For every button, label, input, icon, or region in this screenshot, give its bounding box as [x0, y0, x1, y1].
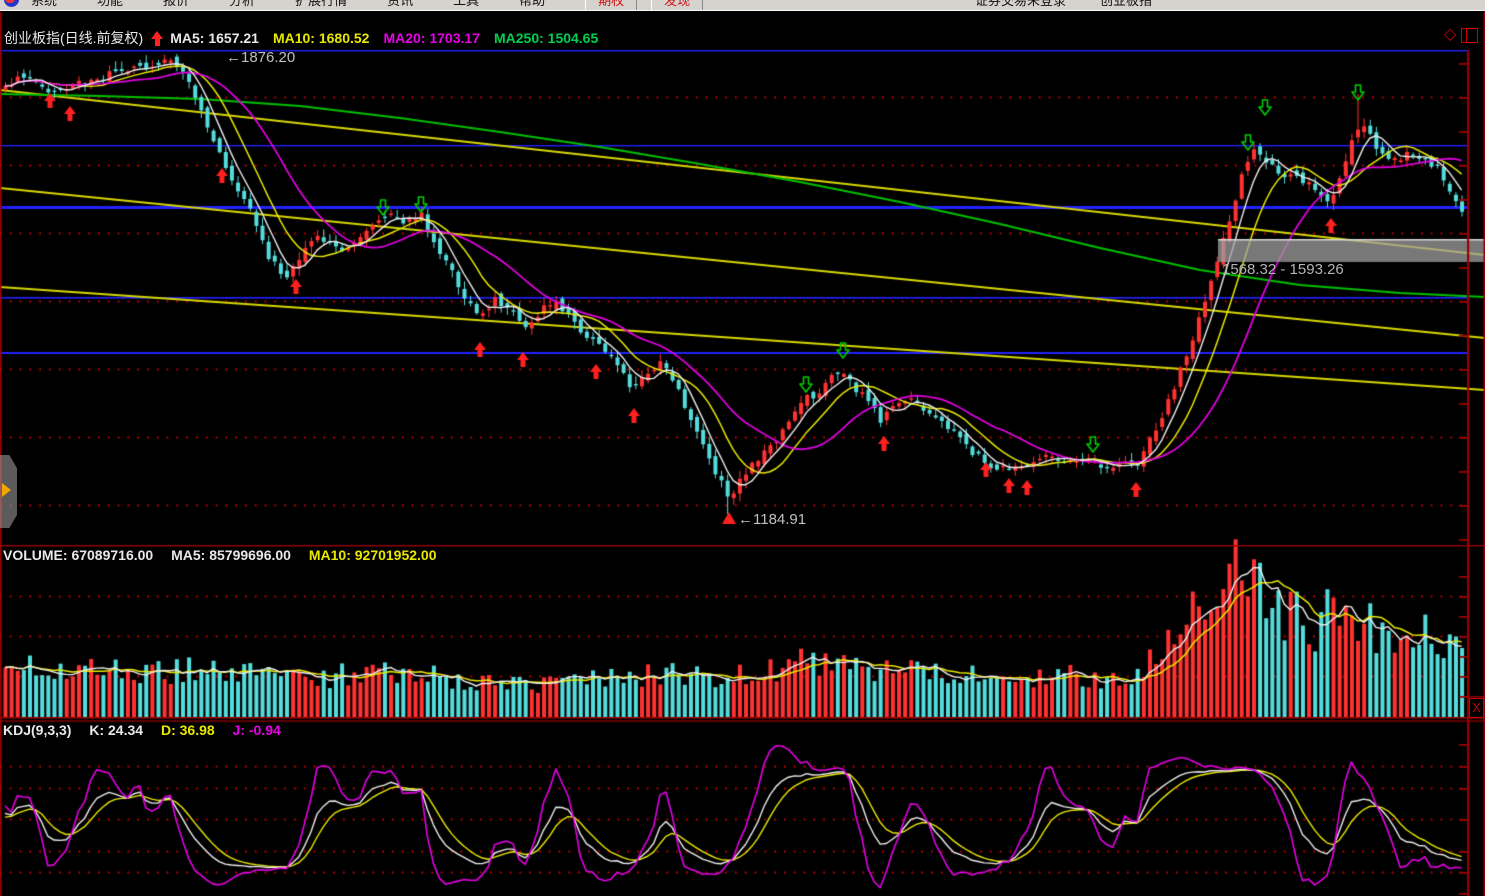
- menu-help[interactable]: 帮助: [519, 0, 545, 9]
- candlestick-chart-canvas[interactable]: [0, 0, 1485, 896]
- menu-news[interactable]: 资讯: [387, 0, 413, 9]
- sidebar-expand-tab[interactable]: [0, 455, 17, 528]
- kdj-j-value: J: -0.94: [233, 722, 281, 738]
- up-arrow-icon: [151, 31, 164, 46]
- low-price-annotation: ←1184.91: [738, 511, 806, 528]
- menu-bar: 系统 功能 报价 分析 扩展行情 资讯 工具 帮助 期权 发现 证券交易未登录 …: [0, 0, 1485, 11]
- menu-system[interactable]: 系统: [31, 0, 57, 9]
- current-symbol: 创业板指: [1100, 0, 1152, 11]
- ma5-value: MA5: 1657.21: [170, 30, 259, 46]
- menu-discover-button[interactable]: 发现: [651, 0, 703, 11]
- diamond-icon[interactable]: ◇: [1444, 27, 1456, 43]
- chart-header: 创业板指(日线.前复权) MA5: 1657.21 MA10: 1680.52 …: [4, 28, 612, 48]
- high-price-annotation: ←1876.20: [226, 49, 295, 66]
- chart-title: 创业板指(日线.前复权): [4, 28, 143, 48]
- ma250-value: MA250: 1504.65: [494, 30, 598, 46]
- kdj-pane-header: KDJ(9,3,3) K: 24.34 D: 36.98 J: -0.94: [3, 722, 295, 738]
- volume-pane-header: VOLUME: 67089716.00 MA5: 85799696.00 MA1…: [3, 547, 451, 563]
- gap-range-annotation: 1568.32 - 1593.26: [1222, 261, 1344, 278]
- trading-terminal-window: 系统 功能 报价 分析 扩展行情 资讯 工具 帮助 期权 发现 证券交易未登录 …: [0, 0, 1485, 896]
- volume-ma10-value: MA10: 92701952.00: [309, 547, 437, 563]
- expand-arrow-icon: [2, 483, 11, 497]
- menu-analysis[interactable]: 分析: [229, 0, 255, 9]
- split-window-icon[interactable]: [1461, 28, 1478, 43]
- volume-value: VOLUME: 67089716.00: [3, 547, 153, 563]
- login-status[interactable]: 证券交易未登录: [975, 0, 1066, 11]
- close-indicator-button[interactable]: X: [1469, 698, 1484, 718]
- menu-function[interactable]: 功能: [97, 0, 123, 9]
- kdj-d-value: D: 36.98: [161, 722, 215, 738]
- ma20-value: MA20: 1703.17: [383, 30, 480, 46]
- menu-quotes[interactable]: 报价: [163, 0, 189, 9]
- app-logo-icon: [4, 0, 19, 7]
- menu-tools[interactable]: 工具: [453, 0, 479, 9]
- menu-options-button[interactable]: 期权: [585, 0, 637, 11]
- menu-extended-quotes[interactable]: 扩展行情: [295, 0, 347, 9]
- ma10-value: MA10: 1680.52: [273, 30, 370, 46]
- volume-ma5-value: MA5: 85799696.00: [171, 547, 291, 563]
- chart-corner-controls: ◇: [1444, 27, 1478, 43]
- kdj-name: KDJ(9,3,3): [3, 722, 71, 738]
- kdj-k-value: K: 24.34: [89, 722, 143, 738]
